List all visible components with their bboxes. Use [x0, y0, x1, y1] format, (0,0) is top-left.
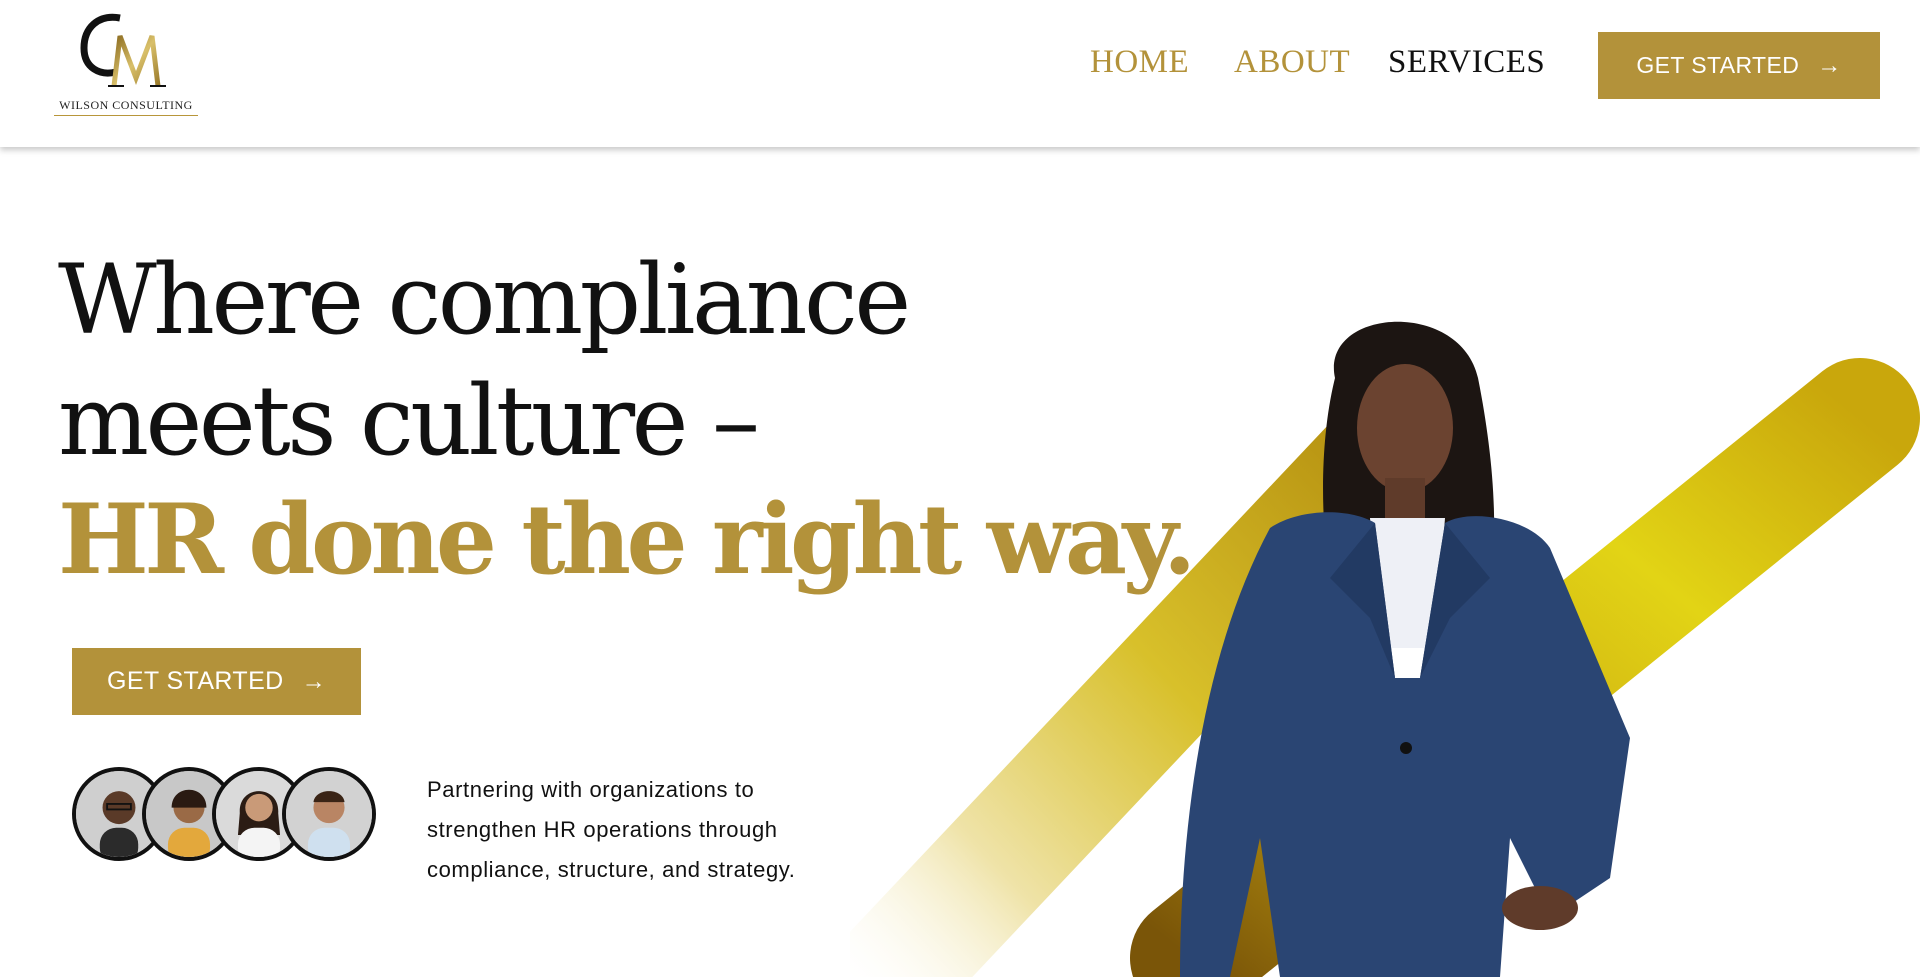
nav-services[interactable]: SERVICES: [1388, 44, 1545, 81]
arrow-right-icon: →: [301, 667, 327, 695]
arrow-right-icon: →: [1817, 51, 1842, 79]
header-get-started-button[interactable]: GET STARTED →: [1598, 32, 1880, 99]
hero-headline-line-2: meets culture –: [58, 365, 760, 477]
hero-tagline-line: Partnering with organizations to: [427, 777, 755, 802]
hero-consultant-photo: [850, 321, 1920, 977]
hero-tagline: Partnering with organizations to strengt…: [427, 770, 847, 890]
site-header: WILSON CONSULTING HOME ABOUT SERVICES GE…: [0, 0, 1920, 147]
hero-headline-line-1: Where compliance: [58, 244, 911, 356]
client-avatar-group: [72, 767, 382, 863]
hero-tagline-line: compliance, structure, and strategy.: [427, 857, 796, 882]
hero-tagline-line: strengthen HR operations through: [427, 817, 778, 842]
hero-get-started-label: GET STARTED: [106, 667, 284, 695]
nav-home[interactable]: HOME: [1090, 44, 1189, 81]
cm-monogram-logo: [80, 13, 166, 87]
client-avatar-4: [282, 767, 376, 861]
header-get-started-label: GET STARTED: [1636, 52, 1800, 78]
hero-get-started-button[interactable]: GET STARTED →: [72, 648, 361, 715]
logo-wordmark: WILSON CONSULTING: [54, 98, 198, 116]
wilson-consulting-logo[interactable]: WILSON CONSULTING: [52, 12, 202, 118]
nav-about[interactable]: ABOUT: [1234, 44, 1350, 81]
